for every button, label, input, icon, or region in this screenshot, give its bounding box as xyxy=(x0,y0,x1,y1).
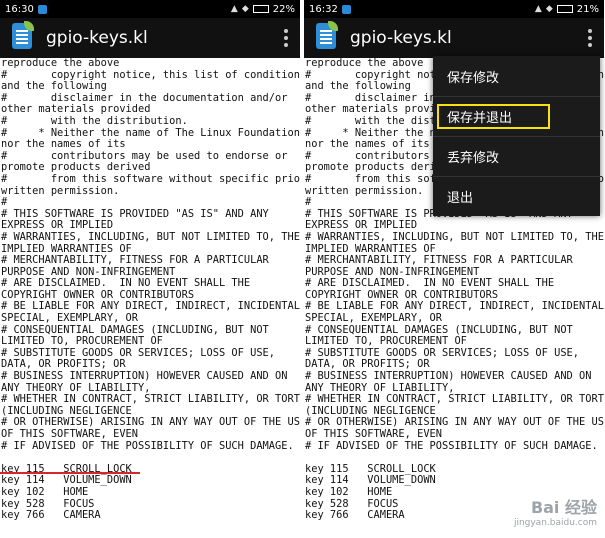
wifi-icon: ◆ xyxy=(545,4,553,14)
file-line: written permission. xyxy=(1,184,120,197)
app-icon xyxy=(314,21,338,53)
file-line: # WARRANTIES, INCLUDING, BUT NOT LIMITED… xyxy=(1,230,300,243)
file-line: # IF ADVISED OF THE POSSIBILITY OF SUCH … xyxy=(305,439,598,452)
notification-icon xyxy=(37,4,47,14)
watermark-logo: Bai 经验 xyxy=(530,498,597,517)
app-icon xyxy=(10,21,34,53)
battery-percent: 21% xyxy=(576,3,599,15)
status-bar: 16:32 ▲ ◆ 21% xyxy=(304,0,604,18)
signal-icon: ▲ xyxy=(230,4,238,14)
menu-item-save[interactable]: 保存修改 xyxy=(433,56,600,96)
overflow-menu-icon[interactable] xyxy=(588,29,592,47)
file-line: reproduce the above xyxy=(1,58,120,69)
app-bar: gpio-keys.kl xyxy=(0,18,300,58)
file-line: # MERCHANTABILITY, FITNESS FOR A PARTICU… xyxy=(305,254,573,267)
file-line: # IF ADVISED OF THE POSSIBILITY OF SUCH … xyxy=(1,439,294,452)
left-screen: 16:30 ▲ ◆ 22% gpio-keys.kl reproduce the… xyxy=(0,0,300,524)
file-line: # WARRANTIES, INCLUDING, BUT NOT LIMITED… xyxy=(305,230,604,243)
file-line: SPECIAL, EXEMPLARY, OR xyxy=(305,312,443,325)
battery-icon xyxy=(252,5,269,13)
app-title: gpio-keys.kl xyxy=(46,28,148,48)
file-line: key 102 HOME xyxy=(1,485,89,498)
notification-icon xyxy=(341,4,351,14)
file-line: OF THIS SOFTWARE, EVEN xyxy=(305,428,443,440)
status-time: 16:30 xyxy=(5,3,34,15)
file-line: # from this software without specific pr… xyxy=(1,172,300,185)
file-text-editor[interactable]: reproduce the above# copyright notice, t… xyxy=(0,58,300,524)
file-line: SPECIAL, EXEMPLARY, OR xyxy=(1,312,139,325)
battery-percent: 22% xyxy=(272,3,295,15)
file-line: nor the names of its xyxy=(1,138,126,151)
highlight-underline xyxy=(0,472,140,474)
status-bar: 16:30 ▲ ◆ 22% xyxy=(0,0,300,18)
wifi-icon: ◆ xyxy=(241,4,249,14)
highlight-box xyxy=(437,104,550,129)
watermark-url: jingyan.baidu.com xyxy=(513,518,597,528)
watermark: Bai 经验 jingyan.baidu.com xyxy=(514,494,597,528)
file-line: # BUSINESS INTERRUPTION) HOWEVER CAUSED … xyxy=(305,370,592,383)
file-line: # xyxy=(1,196,8,209)
battery-icon xyxy=(556,5,573,13)
overflow-menu-icon[interactable] xyxy=(284,29,288,47)
app-title: gpio-keys.kl xyxy=(350,28,452,48)
file-line: OF THIS SOFTWARE, EVEN xyxy=(1,428,139,440)
file-line: # MERCHANTABILITY, FITNESS FOR A PARTICU… xyxy=(1,254,269,267)
menu-item-save-and-exit[interactable]: 保存并退出 xyxy=(433,96,600,136)
app-bar: gpio-keys.kl xyxy=(304,18,604,58)
file-line: key 766 CAMERA xyxy=(1,509,101,522)
file-line: # BUSINESS INTERRUPTION) HOWEVER CAUSED … xyxy=(1,370,288,383)
menu-item-exit[interactable]: 退出 xyxy=(433,176,600,216)
status-time: 16:32 xyxy=(309,3,338,15)
signal-icon: ▲ xyxy=(534,4,542,14)
overflow-menu: 保存修改 保存并退出 丢弃修改 退出 xyxy=(433,56,600,216)
file-line: # with the distribution. xyxy=(1,114,188,127)
menu-item-discard[interactable]: 丢弃修改 xyxy=(433,136,600,176)
